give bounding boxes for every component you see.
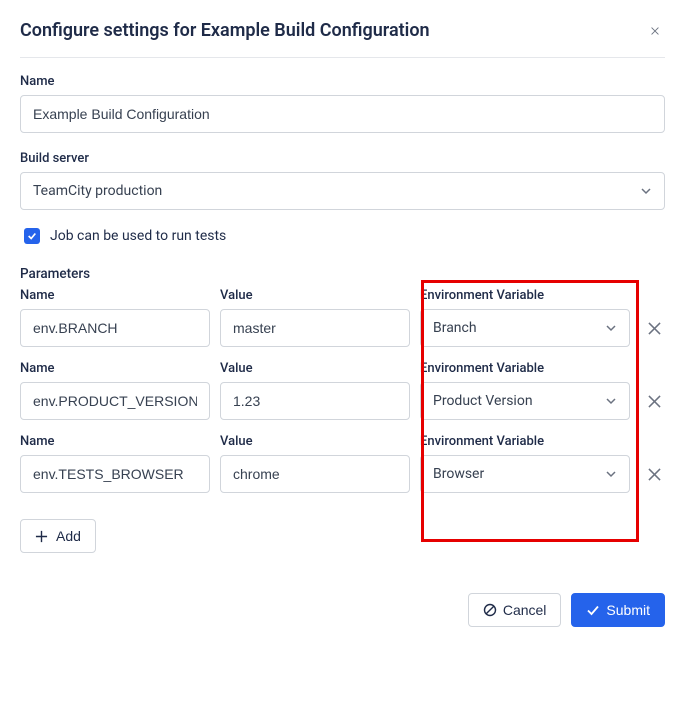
close-icon — [651, 24, 659, 38]
param-env-label: Environment Variable — [420, 434, 630, 449]
chevron-down-icon — [605, 395, 617, 407]
chevron-down-icon — [640, 185, 652, 197]
param-env-col: Environment Variable Branch — [420, 288, 630, 347]
submit-button-label: Submit — [606, 602, 650, 618]
remove-parameter-button[interactable] — [640, 309, 668, 347]
parameters-title: Parameters — [20, 266, 665, 282]
dialog-header: Configure settings for Example Build Con… — [20, 20, 665, 58]
param-name-col: Name — [20, 361, 210, 420]
param-value-input[interactable] — [220, 382, 410, 420]
param-env-col: Environment Variable Product Version — [420, 361, 630, 420]
submit-button[interactable]: Submit — [571, 593, 665, 627]
param-value-input[interactable] — [220, 455, 410, 493]
name-input[interactable] — [20, 95, 665, 133]
remove-parameter-button[interactable] — [640, 455, 668, 493]
check-icon — [586, 603, 600, 617]
add-parameter-button[interactable]: Add — [20, 519, 96, 553]
param-value-input[interactable] — [220, 309, 410, 347]
param-env-select[interactable]: Browser — [420, 455, 630, 493]
param-name-input[interactable] — [20, 455, 210, 493]
name-field-group: Name — [20, 74, 665, 133]
close-icon — [648, 322, 661, 335]
add-button-label: Add — [56, 528, 81, 544]
param-name-label: Name — [20, 434, 210, 449]
server-field-group: Build server TeamCity production — [20, 151, 665, 210]
param-value-label: Value — [220, 434, 410, 449]
param-env-col: Environment Variable Browser — [420, 434, 630, 493]
chevron-down-icon — [605, 468, 617, 480]
close-button[interactable] — [645, 21, 665, 41]
dialog-footer: Cancel Submit — [20, 593, 665, 627]
tests-checkbox[interactable] — [24, 228, 40, 244]
param-value-col: Value — [220, 434, 410, 493]
param-value-label: Value — [220, 361, 410, 376]
param-name-label: Name — [20, 288, 210, 303]
param-name-label: Name — [20, 361, 210, 376]
parameter-row: Name Value Environment Variable Browser — [20, 434, 665, 493]
parameter-row: Name Value Environment Variable Product … — [20, 361, 665, 420]
param-env-value: Branch — [433, 320, 477, 336]
close-icon — [648, 395, 661, 408]
remove-parameter-button[interactable] — [640, 382, 668, 420]
cancel-icon — [483, 603, 497, 617]
close-icon — [648, 468, 661, 481]
name-label: Name — [20, 74, 665, 89]
param-env-select[interactable]: Product Version — [420, 382, 630, 420]
param-env-select[interactable]: Branch — [420, 309, 630, 347]
chevron-down-icon — [605, 322, 617, 334]
param-env-label: Environment Variable — [420, 361, 630, 376]
server-label: Build server — [20, 151, 665, 166]
dialog-title: Configure settings for Example Build Con… — [20, 20, 430, 41]
cancel-button-label: Cancel — [503, 602, 547, 618]
plus-icon — [35, 530, 48, 543]
param-name-input[interactable] — [20, 309, 210, 347]
tests-checkbox-label: Job can be used to run tests — [50, 228, 226, 244]
check-icon — [27, 231, 37, 241]
param-value-col: Value — [220, 361, 410, 420]
param-env-value: Browser — [433, 466, 484, 482]
param-name-input[interactable] — [20, 382, 210, 420]
param-value-col: Value — [220, 288, 410, 347]
server-select[interactable]: TeamCity production — [20, 172, 665, 210]
param-value-label: Value — [220, 288, 410, 303]
cancel-button[interactable]: Cancel — [468, 593, 562, 627]
server-select-value: TeamCity production — [33, 183, 162, 199]
param-name-col: Name — [20, 288, 210, 347]
parameters-list: Name Value Environment Variable Branch N… — [20, 288, 665, 493]
param-env-label: Environment Variable — [420, 288, 630, 303]
tests-checkbox-row: Job can be used to run tests — [24, 228, 665, 244]
parameter-row: Name Value Environment Variable Branch — [20, 288, 665, 347]
param-env-value: Product Version — [433, 393, 533, 409]
param-name-col: Name — [20, 434, 210, 493]
